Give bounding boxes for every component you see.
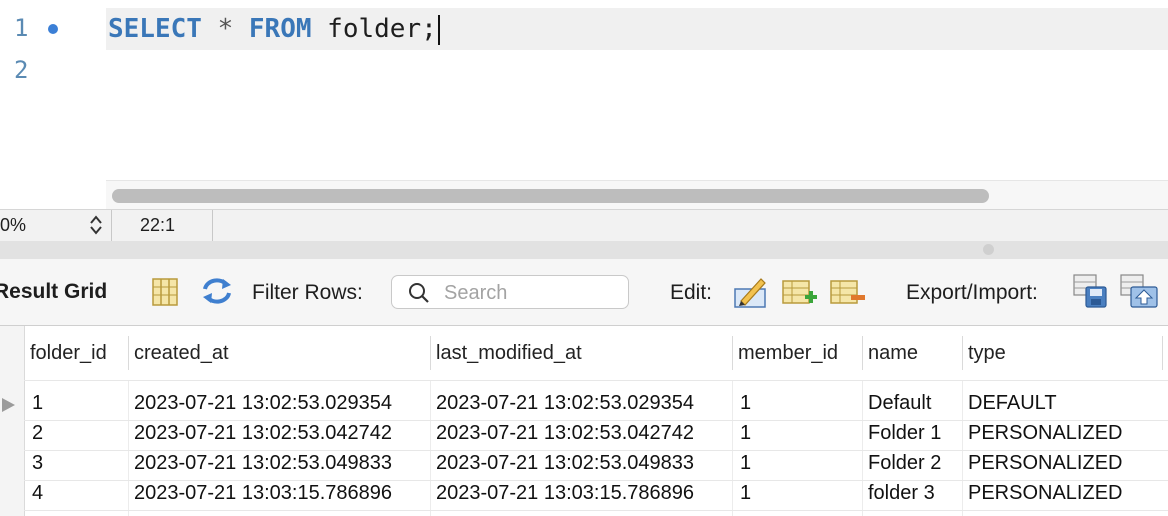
status-divider <box>111 210 112 241</box>
search-input[interactable] <box>442 279 622 307</box>
cell-member-id[interactable]: 1 <box>740 422 751 445</box>
cell-folder-id[interactable]: 1 <box>32 392 43 415</box>
text-caret <box>437 14 440 45</box>
row-divider <box>24 380 1168 381</box>
sql-star: * <box>217 14 234 44</box>
column-divider <box>430 336 431 370</box>
result-toolbar: Result Grid Filter Rows: Edit: <box>0 259 1168 326</box>
table-row[interactable]: 2 2023-07-21 13:02:53.042742 2023-07-21 … <box>0 420 1168 450</box>
row-divider <box>24 510 1168 511</box>
table-row[interactable]: 4 2023-07-21 13:03:15.786896 2023-07-21 … <box>0 480 1168 510</box>
column-header-folder-id[interactable]: folder_id <box>30 342 107 365</box>
export-save-icon[interactable] <box>1072 273 1110 309</box>
breakpoint-dot-icon[interactable] <box>48 24 58 34</box>
cell-last-modified-at[interactable]: 2023-07-21 13:02:53.042742 <box>436 422 694 445</box>
grid-header-row: folder_id created_at last_modified_at me… <box>0 326 1168 380</box>
cell-type[interactable]: PERSONALIZED <box>968 422 1122 445</box>
cell-folder-id[interactable]: 2 <box>32 422 43 445</box>
editor-status-bar: 0% 22:1 <box>0 209 1168 242</box>
zoom-level[interactable]: 0% <box>0 215 26 236</box>
column-header-name[interactable]: name <box>868 342 918 365</box>
stepper-icon[interactable] <box>88 214 104 236</box>
cell-name[interactable]: folder 3 <box>868 482 935 505</box>
column-header-type[interactable]: type <box>968 342 1006 365</box>
result-grid[interactable]: folder_id created_at last_modified_at me… <box>0 326 1168 516</box>
column-divider <box>862 336 863 370</box>
cell-name[interactable]: Folder 1 <box>868 422 941 445</box>
cell-created-at[interactable]: 2023-07-21 13:02:53.049833 <box>134 452 392 475</box>
scrollbar-thumb[interactable] <box>112 189 989 203</box>
result-grid-title[interactable]: Result Grid <box>0 280 107 304</box>
cell-last-modified-at[interactable]: 2023-07-21 13:03:15.786896 <box>436 482 694 505</box>
panel-splitter[interactable] <box>0 241 1168 259</box>
column-divider <box>1162 336 1163 370</box>
row-pointer-icon <box>2 398 15 412</box>
column-divider <box>732 336 733 370</box>
table-row[interactable]: 1 2023-07-21 13:02:53.029354 2023-07-21 … <box>0 390 1168 420</box>
refresh-icon[interactable] <box>199 275 235 307</box>
cell-member-id[interactable]: 1 <box>740 392 751 415</box>
column-header-member-id[interactable]: member_id <box>738 342 838 365</box>
cell-last-modified-at[interactable]: 2023-07-21 13:02:53.029354 <box>436 392 694 415</box>
sql-code-line[interactable]: SELECT * FROM folder; <box>108 12 440 46</box>
cell-created-at[interactable]: 2023-07-21 13:02:53.042742 <box>134 422 392 445</box>
grid-view-icon[interactable] <box>150 277 180 307</box>
line-number-1: 1 <box>14 14 29 42</box>
column-divider <box>128 336 129 370</box>
cell-member-id[interactable]: 1 <box>740 482 751 505</box>
sql-keyword-from: FROM <box>248 14 312 44</box>
sql-editor[interactable]: 1 2 SELECT * FROM folder; <box>0 0 1168 210</box>
add-row-icon[interactable] <box>781 277 819 309</box>
cursor-position: 22:1 <box>140 215 176 235</box>
export-import-label: Export/Import: <box>906 281 1038 304</box>
column-header-last-modified-at[interactable]: last_modified_at <box>436 342 582 365</box>
cell-member-id[interactable]: 1 <box>740 452 751 475</box>
cell-name[interactable]: Folder 2 <box>868 452 941 475</box>
cell-created-at[interactable]: 2023-07-21 13:02:53.029354 <box>134 392 392 415</box>
table-row[interactable]: 3 2023-07-21 13:02:53.049833 2023-07-21 … <box>0 450 1168 480</box>
filter-rows-label: Filter Rows: <box>252 281 363 304</box>
cell-folder-id[interactable]: 4 <box>32 482 43 505</box>
column-header-created-at[interactable]: created_at <box>134 342 229 365</box>
column-divider <box>962 336 963 370</box>
cell-created-at[interactable]: 2023-07-21 13:03:15.786896 <box>134 482 392 505</box>
splitter-handle[interactable] <box>983 244 994 255</box>
search-icon <box>409 283 429 303</box>
status-divider <box>212 210 213 241</box>
filter-search-box[interactable] <box>391 275 629 309</box>
cell-type[interactable]: PERSONALIZED <box>968 452 1122 475</box>
edit-pencil-icon[interactable] <box>733 275 769 309</box>
edit-label: Edit: <box>670 281 713 304</box>
editor-horizontal-scrollbar[interactable] <box>106 180 1168 209</box>
cell-type[interactable]: DEFAULT <box>968 392 1057 415</box>
delete-row-icon[interactable] <box>829 277 867 309</box>
line-number-2: 2 <box>14 56 29 84</box>
sql-table-name: folder; <box>327 14 437 44</box>
cell-type[interactable]: PERSONALIZED <box>968 482 1122 505</box>
cell-name[interactable]: Default <box>868 392 931 415</box>
cell-last-modified-at[interactable]: 2023-07-21 13:02:53.049833 <box>436 452 694 475</box>
import-icon[interactable] <box>1119 273 1159 309</box>
sql-keyword-select: SELECT <box>108 14 202 44</box>
cell-folder-id[interactable]: 3 <box>32 452 43 475</box>
